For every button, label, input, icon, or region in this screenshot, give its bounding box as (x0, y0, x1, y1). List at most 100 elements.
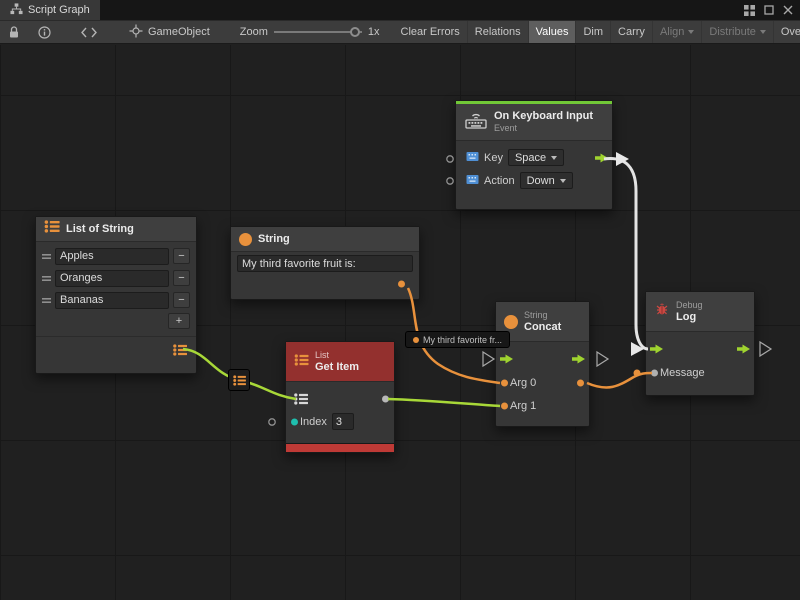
relation-triangle (597, 352, 608, 366)
zoom-slider-track[interactable] (274, 31, 362, 33)
bug-icon (654, 301, 670, 322)
node-log[interactable]: Debug Log Message (645, 291, 755, 396)
node-title: String (258, 233, 290, 246)
node-header[interactable]: Debug Log (646, 292, 754, 332)
node-on-keyboard-input[interactable]: On Keyboard Input Event Key Space (455, 100, 613, 210)
arg1-input-port[interactable] (501, 402, 508, 409)
key-row: Key Space (456, 146, 612, 169)
zoom-slider-knob[interactable] (350, 27, 360, 37)
string-output-row (237, 272, 413, 296)
list-output-port[interactable] (173, 344, 187, 356)
remove-item-button[interactable]: − (173, 270, 190, 286)
list-icon (44, 220, 60, 238)
caret-down-icon (760, 30, 766, 34)
node-string-literal[interactable]: String (230, 226, 420, 300)
lock-icon[interactable] (2, 21, 26, 43)
unconnected-port (447, 156, 453, 162)
node-get-item[interactable]: List Get Item Index (285, 341, 395, 453)
action-dropdown[interactable]: Down (520, 172, 573, 189)
wire-direction-arrow (631, 342, 644, 356)
crosshair-icon (129, 24, 143, 41)
tab-script-graph[interactable]: Script Graph (0, 0, 100, 20)
index-label: Index (300, 416, 327, 428)
index-input[interactable] (332, 413, 354, 430)
align-button[interactable]: Align (652, 21, 701, 43)
string-output-port[interactable] (398, 281, 405, 288)
maximize-icon[interactable] (764, 5, 774, 15)
panel-menu-icon[interactable] (744, 5, 755, 16)
key-port-icon (466, 151, 479, 165)
node-header[interactable]: List Get Item (286, 342, 394, 382)
key-dropdown[interactable]: Space (508, 149, 564, 166)
window-titlebar: Script Graph (0, 0, 800, 20)
list-item-input[interactable] (55, 292, 169, 309)
wire-value-tooltip: My third favorite fr... (405, 331, 510, 348)
list-input-port[interactable] (294, 393, 308, 405)
wire-tooltip-text: My third favorite fr... (423, 335, 502, 345)
align-label: Align (660, 26, 684, 38)
node-title: List of String (66, 223, 134, 236)
graph-canvas[interactable]: On Keyboard Input Event Key Space (0, 45, 800, 600)
arg0-row: Arg 0 (496, 371, 589, 394)
add-item-button[interactable]: + (168, 313, 190, 329)
overview-button[interactable]: Overv (773, 21, 800, 43)
node-header[interactable]: On Keyboard Input Event (456, 104, 612, 141)
values-button[interactable]: Values (528, 21, 576, 43)
node-subtitle: Event (494, 123, 593, 134)
relations-button[interactable]: Relations (467, 21, 528, 43)
control-input-port[interactable] (650, 344, 663, 354)
distribute-button[interactable]: Distribute (701, 21, 772, 43)
divider (36, 336, 196, 337)
wire-direction-arrow (616, 152, 629, 166)
remove-item-button[interactable]: − (173, 292, 190, 308)
node-title: Get Item (315, 361, 359, 374)
control-output-port[interactable] (595, 153, 608, 163)
carry-button[interactable]: Carry (610, 21, 652, 43)
control-output-port[interactable] (737, 344, 750, 354)
clear-errors-button[interactable]: Clear Errors (394, 21, 467, 43)
item-output-port[interactable] (382, 395, 389, 402)
message-label: Message (660, 367, 705, 379)
node-title: On Keyboard Input (494, 110, 593, 123)
caret-down-icon (551, 156, 557, 160)
keyboard-icon (464, 111, 488, 134)
index-input-port[interactable] (291, 418, 298, 425)
unconnected-port (269, 419, 275, 425)
control-input-port[interactable] (500, 354, 513, 364)
result-output-port[interactable] (577, 379, 584, 386)
drag-handle-icon[interactable] (42, 269, 51, 287)
close-icon[interactable] (783, 5, 793, 15)
code-view-icon[interactable] (75, 21, 103, 43)
dim-button[interactable]: Dim (575, 21, 610, 43)
list-item-input[interactable] (55, 248, 169, 265)
message-input-port[interactable] (651, 369, 658, 376)
arg0-input-port[interactable] (501, 379, 508, 386)
unconnected-port (447, 178, 453, 184)
node-title: Log (676, 311, 703, 324)
wire-value-dot (634, 370, 641, 377)
node-header[interactable]: List of String (36, 217, 196, 242)
list-input-row (286, 387, 394, 410)
list-output-row (36, 338, 196, 362)
drag-handle-icon[interactable] (42, 247, 51, 265)
node-category: List (315, 350, 359, 361)
arg1-label: Arg 1 (510, 400, 536, 412)
zoom-slider[interactable] (274, 26, 362, 38)
arg0-label: Arg 0 (510, 377, 536, 389)
info-icon[interactable] (32, 21, 57, 43)
list-item-input[interactable] (55, 270, 169, 287)
add-item-row: + (36, 311, 196, 331)
drag-handle-icon[interactable] (42, 291, 51, 309)
node-list-of-string[interactable]: List of String − − (35, 216, 197, 374)
gameobject-selector[interactable]: GameObject (121, 24, 218, 41)
window-controls (744, 0, 800, 20)
node-category: Debug (676, 300, 703, 311)
wire-list-badge (228, 369, 250, 391)
string-value-input[interactable] (237, 255, 413, 272)
remove-item-button[interactable]: − (173, 248, 190, 264)
control-output-port[interactable] (572, 354, 585, 364)
graph-icon (10, 3, 23, 18)
node-concat[interactable]: String Concat Arg 0 (495, 301, 590, 427)
string-icon (239, 233, 252, 246)
node-header[interactable]: String (231, 227, 419, 252)
